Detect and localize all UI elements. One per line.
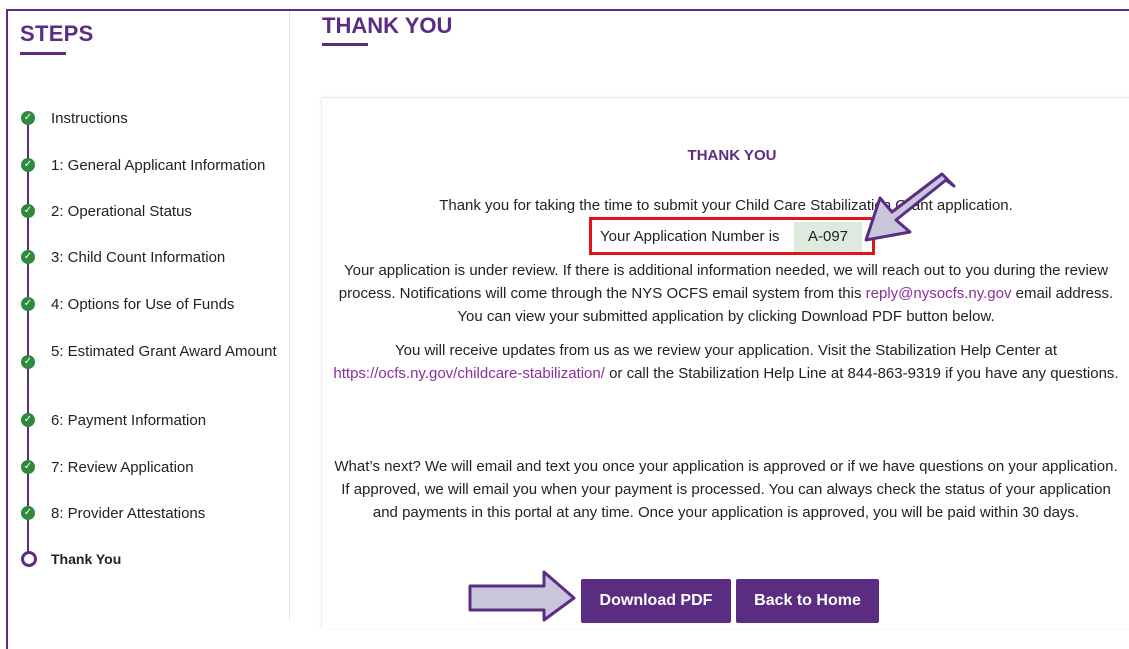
application-number-label: Your Application Number is <box>600 228 780 245</box>
check-icon: ✓ <box>21 250 35 264</box>
page-title-underline <box>322 43 368 46</box>
current-step-circle-icon <box>21 551 37 567</box>
step-label: 4: Options for Use of Funds <box>51 296 235 313</box>
help-center-link[interactable]: https://ocfs.ny.gov/childcare-stabilizat… <box>333 365 605 382</box>
step-label: 5: Estimated Grant Award Amount <box>51 343 277 360</box>
card-heading: THANK YOU <box>687 147 777 164</box>
page-title: THANK YOU <box>322 13 453 38</box>
step-label: 7: Review Application <box>51 459 194 476</box>
check-icon: ✓ <box>21 111 35 125</box>
whats-next-paragraph: What’s next? We will email and text you … <box>334 458 1118 521</box>
check-icon: ✓ <box>21 158 35 172</box>
intro-text: Thank you for taking the time to submit … <box>439 197 1013 214</box>
steps-title: STEPS <box>20 21 94 46</box>
check-icon: ✓ <box>21 506 35 520</box>
step-label: 1: General Applicant Information <box>51 157 266 174</box>
step-label: 6: Payment Information <box>51 412 207 429</box>
updates-text-start: You will receive updates from us as we r… <box>394 342 1057 359</box>
step-label: 2: Operational Status <box>51 203 192 220</box>
step-label: 8: Provider Attestations <box>51 505 206 522</box>
review-paragraph: Your application is under review. If the… <box>332 259 1120 328</box>
reply-email-link[interactable]: reply@nysocfs.ny.gov <box>866 285 1012 302</box>
check-icon: ✓ <box>21 355 35 369</box>
download-pdf-button[interactable]: Download PDF <box>581 579 731 623</box>
step-label: 3: Child Count Information <box>51 249 226 266</box>
back-to-home-button[interactable]: Back to Home <box>736 579 879 623</box>
check-icon: ✓ <box>21 413 35 427</box>
step-label: Instructions <box>51 110 128 127</box>
step-label: Thank You <box>51 551 122 567</box>
updates-text-end: or call the Stabilization Help Line at 8… <box>604 365 1119 382</box>
steps-title-underline <box>20 52 66 55</box>
application-number-value: A-097 <box>794 222 862 252</box>
check-icon: ✓ <box>21 204 35 218</box>
steps-sidebar: STEPS ✓ Instructions ✓ 1: General Applic… <box>8 11 290 620</box>
callout-arrow-right-icon <box>468 570 576 622</box>
callout-arrow-icon <box>864 172 956 242</box>
thank-you-card: THANK YOU Thank you for taking the time … <box>321 97 1129 628</box>
check-icon: ✓ <box>21 460 35 474</box>
check-icon: ✓ <box>21 297 35 311</box>
updates-paragraph: You will receive updates from us as we r… <box>332 339 1120 385</box>
steps-connector-line <box>27 119 29 561</box>
